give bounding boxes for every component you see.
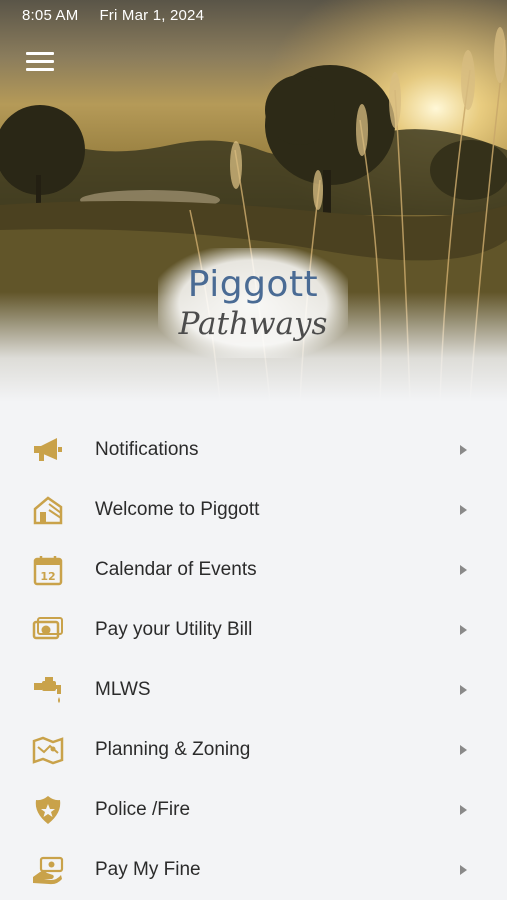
payment-hand-icon (33, 856, 64, 885)
menu-item-label: MLWS (95, 679, 151, 700)
hero-banner: 8:05 AM Fri Mar 1, 2024 Piggott Pathways (0, 0, 507, 402)
svg-text:12: 12 (40, 570, 55, 583)
menu-item-pay-fine[interactable]: Pay My Fine (0, 840, 507, 900)
chevron-right-icon (460, 805, 467, 815)
menu-item-mlws[interactable]: MLWS (0, 660, 507, 720)
money-icon (32, 617, 63, 640)
menu-item-label: Calendar of Events (95, 559, 257, 580)
badge-icon (35, 796, 61, 824)
menu-item-planning-zoning[interactable]: Planning & Zoning (0, 720, 507, 780)
menu-item-police-fire[interactable]: Police /Fire (0, 780, 507, 840)
logo-subtitle: Pathways (178, 306, 328, 342)
logo-title: Piggott (187, 264, 319, 305)
status-bar: 8:05 AM Fri Mar 1, 2024 (22, 7, 204, 24)
menu-item-welcome[interactable]: Welcome to Piggott (0, 480, 507, 540)
map-icon (32, 736, 64, 765)
app-logo: Piggott Pathways (158, 248, 348, 358)
calendar-icon: 12 (33, 556, 63, 586)
menu-item-label: Notifications (95, 439, 199, 460)
menu-item-label: Planning & Zoning (95, 739, 251, 760)
chevron-right-icon (460, 865, 467, 875)
chevron-right-icon (460, 625, 467, 635)
house-icon (33, 496, 63, 525)
chevron-right-icon (460, 685, 467, 695)
water-faucet-icon (34, 677, 61, 703)
chevron-right-icon (460, 505, 467, 515)
menu-item-utility-bill[interactable]: Pay your Utility Bill (0, 600, 507, 660)
menu-item-notifications[interactable]: Notifications (0, 420, 507, 480)
hamburger-menu-icon[interactable] (26, 52, 54, 74)
main-menu-list: Notifications Welcome to Piggott 12 Cale… (0, 420, 507, 900)
menu-item-label: Pay My Fine (95, 859, 201, 880)
menu-item-label: Police /Fire (95, 799, 191, 820)
menu-item-calendar[interactable]: 12 Calendar of Events (0, 540, 507, 600)
status-date: Fri Mar 1, 2024 (99, 7, 205, 24)
menu-item-label: Welcome to Piggott (95, 499, 260, 520)
megaphone-icon (34, 438, 62, 461)
chevron-right-icon (460, 745, 467, 755)
status-time: 8:05 AM (22, 7, 79, 24)
chevron-right-icon (460, 445, 467, 455)
menu-item-label: Pay your Utility Bill (95, 619, 253, 640)
chevron-right-icon (460, 565, 467, 575)
